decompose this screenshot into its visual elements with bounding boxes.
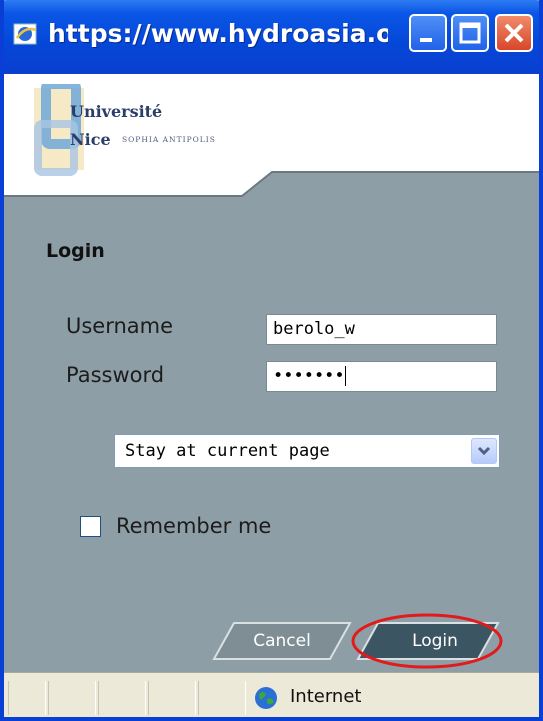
remember-me-checkbox[interactable] xyxy=(80,516,101,537)
status-cell xyxy=(198,681,246,715)
password-field[interactable]: ••••••• xyxy=(266,361,497,392)
status-cell xyxy=(48,681,96,715)
minimize-icon xyxy=(420,38,432,42)
close-button[interactable] xyxy=(495,14,533,52)
cancel-button[interactable]: Cancel xyxy=(212,621,352,661)
login-title: Login xyxy=(46,240,105,262)
cancel-button-label: Cancel xyxy=(253,631,311,651)
password-label: Password xyxy=(66,363,165,387)
status-bar: Internet xyxy=(4,672,539,717)
maximize-icon xyxy=(459,22,481,44)
password-value: ••••••• xyxy=(273,366,345,386)
login-panel: Login Username berolo_w Password •••••••… xyxy=(4,204,539,672)
logo-text-sophia: SOPHIA ANTIPOLIS xyxy=(122,135,216,144)
logo-text-nice: Nice xyxy=(70,130,111,149)
select-dropdown-button[interactable] xyxy=(471,438,497,464)
globe-icon xyxy=(255,687,277,709)
site-header: Université Nice SOPHIA ANTIPOLIS xyxy=(4,74,539,204)
text-cursor xyxy=(344,366,346,386)
logo-text-universite: Université xyxy=(70,102,163,121)
remember-me-label[interactable]: Remember me xyxy=(116,514,271,538)
title-bar[interactable]: https://www.hydroasia.o... xyxy=(4,0,539,74)
close-icon xyxy=(504,23,524,43)
username-field[interactable]: berolo_w xyxy=(266,314,497,345)
username-label: Username xyxy=(66,314,174,338)
redirect-select-value: Stay at current page xyxy=(125,441,330,461)
ie-icon xyxy=(13,23,37,45)
chevron-down-icon xyxy=(477,446,491,456)
status-cell xyxy=(8,681,46,715)
window-title: https://www.hydroasia.o... xyxy=(48,19,388,48)
browser-popup-window: https://www.hydroasia.o... Université Ni… xyxy=(0,0,543,721)
redirect-select[interactable]: Stay at current page xyxy=(114,434,500,468)
maximize-button[interactable] xyxy=(451,14,489,52)
highlight-ring xyxy=(351,613,503,669)
minimize-button[interactable] xyxy=(409,14,447,52)
status-cell xyxy=(148,681,196,715)
status-cell xyxy=(98,681,146,715)
security-zone-label: Internet xyxy=(290,686,362,707)
